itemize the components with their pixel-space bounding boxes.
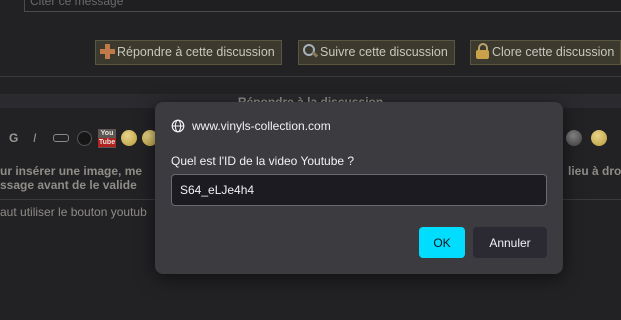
vinyl-icon[interactable] (77, 131, 92, 146)
follow-discussion-button[interactable]: Suivre cette discussion (298, 40, 455, 65)
reply-discussion-label: Répondre à cette discussion (117, 45, 275, 59)
reply-discussion-button[interactable]: Répondre à cette discussion (95, 40, 282, 65)
follow-discussion-label: Suivre cette discussion (320, 45, 448, 59)
lock-icon (474, 43, 490, 59)
italic-button[interactable]: I (33, 131, 36, 145)
plus-icon (99, 43, 115, 59)
ok-button[interactable]: OK (419, 227, 465, 258)
link-icon[interactable] (53, 134, 69, 142)
youtube-icon[interactable]: You Tube (98, 129, 116, 148)
dialog-message: Quel est l'ID de la video Youtube ? (171, 154, 355, 168)
magnifier-icon (302, 43, 318, 59)
help-text-right: lieu à droi (568, 164, 621, 178)
youtube-icon-bottom: Tube (98, 138, 116, 147)
quote-message-field[interactable]: Citer ce message (24, 0, 621, 12)
smiley-laugh-icon[interactable] (591, 130, 607, 146)
bold-button[interactable]: G (9, 131, 18, 145)
help-text-line-2: ssage avant de le valide (0, 178, 137, 192)
help-text-line-1: ur insérer une image, me (0, 164, 143, 178)
prompt-dialog: www.vinyls-collection.com Quel est l'ID … (155, 102, 563, 274)
cancel-button[interactable]: Annuler (473, 227, 547, 258)
ninja-smiley-icon[interactable] (566, 130, 582, 146)
smiley-icon[interactable] (121, 130, 137, 146)
section-divider (0, 76, 621, 77)
close-discussion-label: Clore cette discussion (492, 45, 615, 59)
close-discussion-button[interactable]: Clore cette discussion (470, 40, 621, 65)
globe-icon (171, 119, 185, 133)
youtube-id-input[interactable] (171, 174, 547, 206)
youtube-icon-top: You (100, 130, 114, 137)
dialog-origin: www.vinyls-collection.com (192, 119, 331, 133)
help-text-line-3: aut utiliser le bouton youtub (0, 205, 147, 219)
